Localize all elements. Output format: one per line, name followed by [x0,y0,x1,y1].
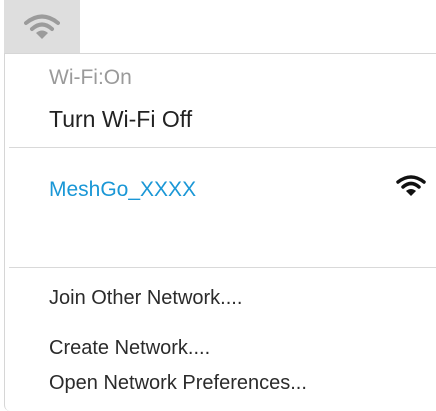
wifi-signal-icon [396,175,426,196]
wifi-dropdown-menu: Wi-Fi:On Turn Wi-Fi Off MeshGo_XXXX Join… [4,53,436,411]
open-network-preferences-menu-item[interactable]: Open Network Preferences... [49,372,307,395]
wifi-icon [24,14,60,39]
wifi-menubar-button[interactable] [4,0,80,53]
menu-separator [9,147,436,148]
turn-wifi-off-menu-item[interactable]: Turn Wi-Fi Off [49,106,192,133]
join-other-network-menu-item[interactable]: Join Other Network.... [49,287,242,310]
create-network-menu-item[interactable]: Create Network.... [49,337,210,360]
network-item-meshgo[interactable]: MeshGo_XXXX [49,178,196,202]
wifi-status-text: Wi-Fi:On [49,66,132,89]
menu-separator [9,267,436,268]
